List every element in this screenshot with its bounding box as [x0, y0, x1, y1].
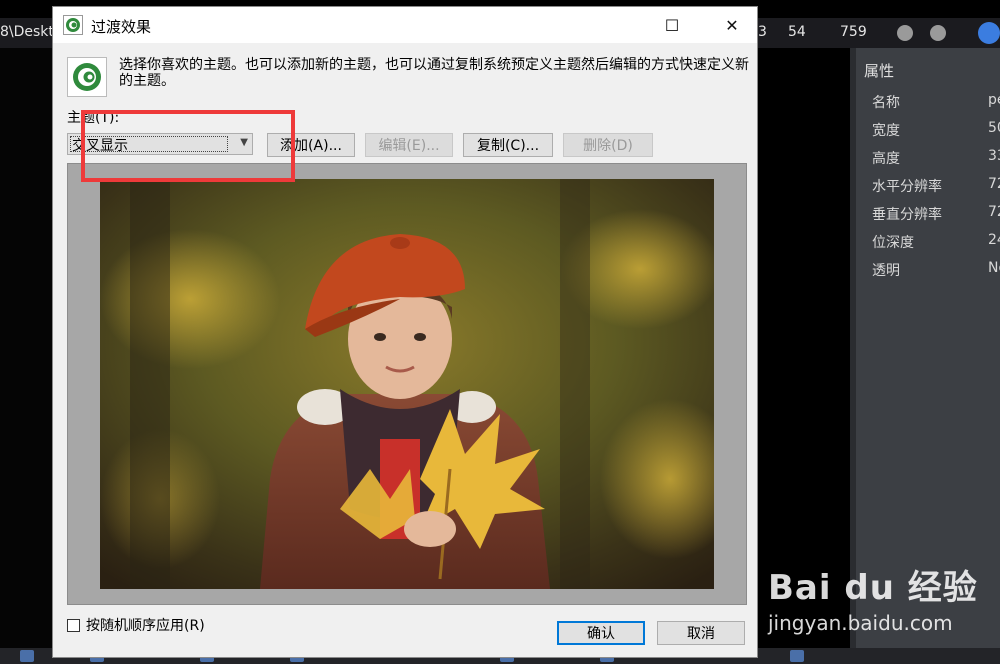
cancel-button[interactable]: 取消	[657, 621, 745, 645]
background-number: 759	[840, 24, 867, 40]
property-value: 33	[988, 148, 1000, 164]
intro-description: 选择你喜欢的主题。也可以添加新的主题，也可以通过复制系统预定义主题然后编辑的方式…	[119, 57, 749, 89]
property-row: 垂直分辨率 72	[864, 204, 1000, 232]
close-button[interactable]: ✕	[709, 7, 755, 43]
ok-button[interactable]: 确认	[557, 621, 645, 645]
edit-theme-button[interactable]: 编辑(E)...	[365, 133, 453, 157]
property-row: 名称 pe	[864, 92, 1000, 120]
background-left-area	[0, 48, 52, 648]
dialog-title: 过渡效果	[91, 18, 152, 36]
background-path-text: 8\Deskt	[0, 24, 54, 40]
watermark-main: Bai du 经验	[768, 568, 978, 608]
property-value: 72	[988, 204, 1000, 220]
property-key: 名称	[872, 95, 900, 111]
dialog-titlebar[interactable]: 过渡效果 ☐ ✕	[53, 7, 757, 43]
property-value: No	[988, 260, 1000, 276]
property-value: pe	[988, 92, 1000, 108]
properties-title: 属性	[864, 62, 895, 80]
taskbar-icon[interactable]	[790, 650, 804, 662]
random-order-option[interactable]: 按随机顺序应用(R)	[67, 615, 205, 635]
properties-panel: 属性 名称 pe 宽度 50 高度 33 水平分辨率 72 垂直分辨率 72 位…	[850, 48, 1000, 648]
property-key: 水平分辨率	[872, 179, 942, 195]
property-row: 位深度 24	[864, 232, 1000, 260]
delete-theme-button[interactable]: 删除(D)	[563, 133, 653, 157]
property-value: 50	[988, 120, 1000, 136]
toolbar-dot-icon[interactable]	[897, 25, 913, 41]
property-key: 垂直分辨率	[872, 207, 942, 223]
background-number: 3	[758, 24, 767, 40]
toolbar-blue-icon[interactable]	[978, 22, 1000, 44]
app-logo-icon	[63, 15, 83, 35]
random-order-label: 按随机顺序应用(R)	[86, 618, 205, 634]
property-key: 高度	[872, 151, 900, 167]
property-key: 透明	[872, 263, 900, 279]
property-row: 水平分辨率 72	[864, 176, 1000, 204]
property-value: 24	[988, 232, 1000, 248]
highlight-annotation	[81, 110, 295, 182]
transition-preview	[67, 163, 747, 605]
property-row: 宽度 50	[864, 120, 1000, 148]
property-key: 位深度	[872, 235, 914, 251]
background-number: 54	[788, 24, 806, 40]
background-canvas	[758, 48, 850, 648]
watermark-sub: jingyan.baidu.com	[768, 611, 953, 635]
maximize-button[interactable]: ☐	[649, 7, 695, 43]
theme-logo-icon	[67, 57, 107, 97]
toolbar-dot-icon[interactable]	[930, 25, 946, 41]
property-key: 宽度	[872, 123, 900, 139]
property-value: 72	[988, 176, 1000, 192]
preview-photo	[100, 179, 714, 589]
property-row: 高度 33	[864, 148, 1000, 176]
property-row: 透明 No	[864, 260, 1000, 288]
baidu-watermark: Bai du 经验 jingyan.baidu.com	[768, 560, 978, 635]
transition-effects-dialog: 过渡效果 ☐ ✕ 选择你喜欢的主题。也可以添加新的主题，也可以通过复制系统预定义…	[52, 6, 758, 658]
taskbar-icon[interactable]	[20, 650, 34, 662]
random-order-checkbox[interactable]	[67, 618, 80, 632]
copy-theme-button[interactable]: 复制(C)...	[463, 133, 553, 157]
